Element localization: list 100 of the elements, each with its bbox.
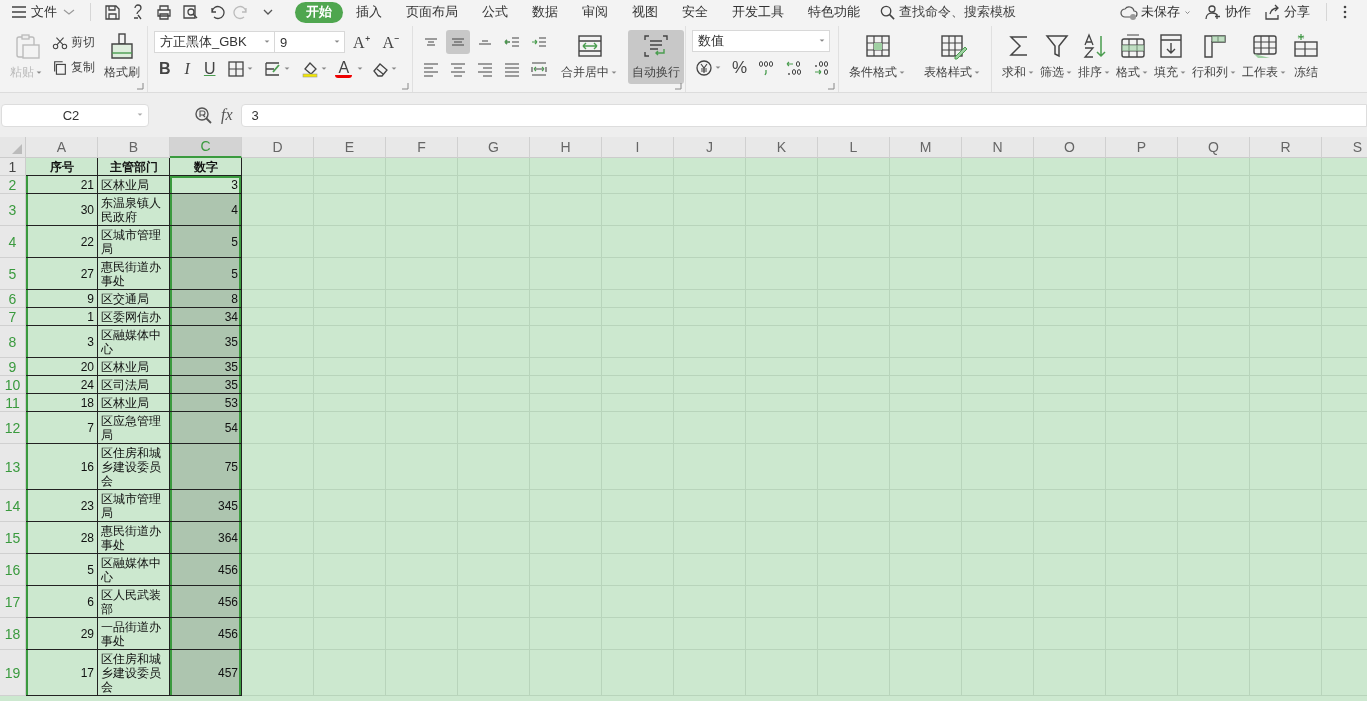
column-header[interactable]: H [530,137,602,158]
table-cell: 364 [170,522,242,554]
column-header[interactable]: B [98,137,170,158]
font-color-button[interactable]: A [335,60,353,78]
formula-input[interactable]: 3 [240,103,1367,127]
table-cell: 9 [26,290,98,308]
underline-button[interactable]: U [198,60,221,78]
wrap-icon [642,32,670,60]
function-label[interactable]: fx [221,106,233,124]
ribbon-tab[interactable]: 公式 [471,1,519,23]
toolbar-action[interactable]: 未保存 [1116,1,1196,23]
table-cell: 序号 [26,158,98,176]
column-header[interactable]: O [1034,137,1106,158]
copy-button[interactable]: 复制 [49,57,98,78]
align-middle-button[interactable] [446,30,470,54]
borders-icon [227,60,246,78]
sum-button[interactable]: 求和 [1000,30,1037,84]
table-cell: 区林业局 [98,176,170,194]
toolbar-action[interactable]: 协作 [1200,1,1255,23]
empty-cell [242,176,314,194]
column-header[interactable]: J [674,137,746,158]
table-cell: 24 [26,376,98,394]
font-size-select[interactable]: 9 [274,31,345,53]
row-header[interactable]: 1 [0,158,26,176]
dialog-launcher-icon [826,81,835,90]
empty-cell [530,158,602,176]
table-cell: 22 [26,226,98,258]
file-menu[interactable]: 文件 [6,1,82,23]
copy-icon [52,59,68,76]
format-button[interactable]: 格式 [1114,30,1151,84]
table-cell: 456 [170,618,242,650]
format-painter-button[interactable]: 格式刷 [100,30,144,84]
ribbon-tab[interactable]: 开发工具 [721,1,795,23]
ribbon-tab[interactable]: 视图 [621,1,669,23]
table-cell: 23 [26,490,98,522]
cut-button[interactable]: 剪切 [49,32,98,53]
sort-button[interactable]: 排序 [1076,30,1113,84]
merge-icon [575,32,604,60]
column-header[interactable]: A [26,137,98,158]
bold-button[interactable]: B [154,60,176,78]
column-header[interactable]: M [890,137,962,158]
table-cell: 数字 [170,158,242,176]
format-icon [1118,32,1147,60]
column-header[interactable]: Q [1178,137,1250,158]
dialog-launcher-icon [673,81,682,90]
fill-button[interactable]: 填充 [1152,30,1189,84]
decrease-font-button[interactable]: A⁻ [377,31,405,53]
print-preview-icon [181,3,199,21]
column-header[interactable]: R [1250,137,1322,158]
percent-button[interactable]: % [729,58,751,78]
name-box[interactable]: C2 [1,103,149,127]
column-header[interactable]: P [1106,137,1178,158]
rows-columns-button[interactable]: 行和列 [1190,30,1239,84]
table-cell: 54 [170,412,242,444]
toolbar-action[interactable]: 分享 [1259,1,1314,23]
filter-button[interactable]: 筛选 [1038,30,1075,84]
ribbon-tab[interactable]: 数据 [521,1,569,23]
freeze-button[interactable]: 冻结 [1290,30,1322,84]
column-header[interactable]: K [746,137,818,158]
wrap-text-button[interactable]: 自动换行 [628,30,684,84]
font-family-select[interactable]: 方正黑体_GBK [154,31,275,53]
align-top-icon [424,38,438,46]
ribbon-tab[interactable]: 页面布局 [395,1,469,23]
column-header[interactable]: D [242,137,314,158]
italic-button[interactable]: I [179,60,195,78]
column-header[interactable]: I [602,137,674,158]
table-cell: 5 [170,226,242,258]
align-right-icon [476,60,494,78]
empty-cell [1106,158,1178,176]
thousands-icon [757,59,776,77]
column-header[interactable]: F [386,137,458,158]
align-bottom-icon [478,39,492,45]
worksheet-button[interactable]: 工作表 [1240,30,1289,84]
increase-font-button[interactable]: A⁺ [348,31,375,53]
empty-cell [1178,158,1250,176]
table-cell: 34 [170,308,242,326]
column-header[interactable]: E [314,137,386,158]
table-cell: 457 [170,650,242,696]
table-cell: 35 [170,358,242,376]
add-person-icon [1204,3,1222,21]
conditional-format-button[interactable]: 条件格式 [845,30,910,84]
table-style-button[interactable]: 表格样式 [920,30,985,84]
empty-cell [962,158,1034,176]
ribbon-tab[interactable]: 特色功能 [797,1,871,23]
number-format-select[interactable]: 数值 [692,30,830,52]
column-header[interactable]: G [458,137,530,158]
empty-cell [458,158,530,176]
column-header[interactable]: L [818,137,890,158]
ribbon-tab[interactable]: 审阅 [571,1,619,23]
table-cell: 16 [26,444,98,490]
increase-decimal-icon [785,59,804,77]
table-cell: 1 [26,308,98,326]
table-cell: 主管部门 [98,158,170,176]
column-header[interactable]: N [962,137,1034,158]
column-header[interactable]: S [1322,137,1367,158]
print-icon [155,3,173,21]
merge-center-button[interactable]: 合并居中 [557,30,622,84]
ribbon-tab[interactable]: 插入 [345,1,393,23]
table-cell: 7 [26,412,98,444]
ribbon-tab[interactable]: 安全 [671,1,719,23]
